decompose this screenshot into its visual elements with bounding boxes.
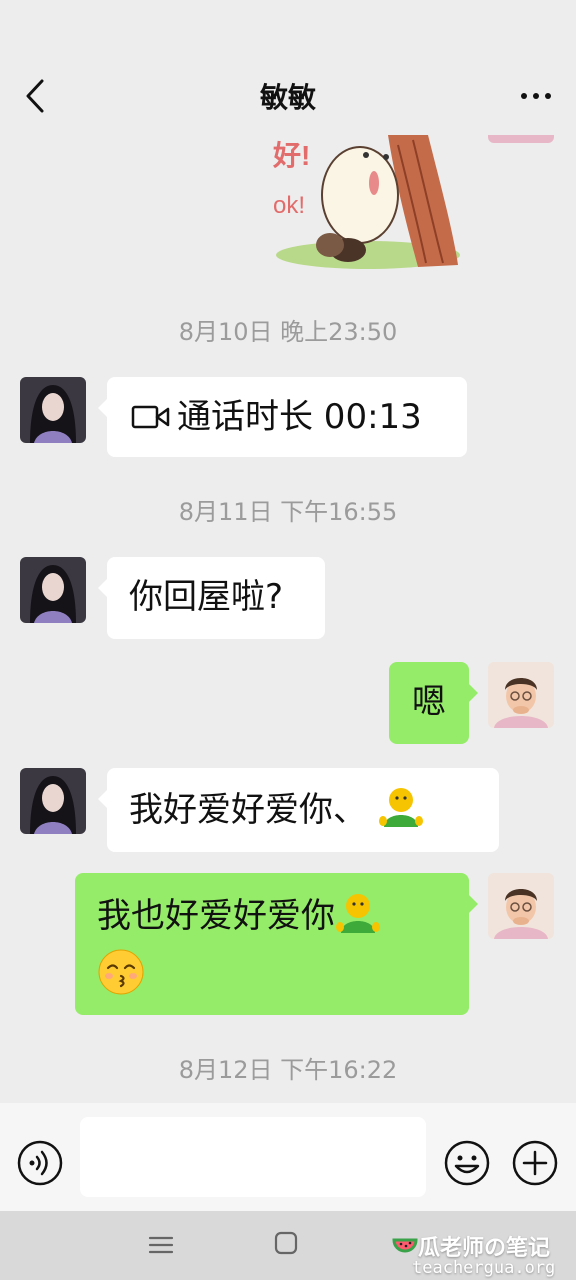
more-icon[interactable]	[516, 80, 556, 112]
message-text: 嗯	[412, 682, 446, 722]
sticker-text-bottom: ok!	[273, 192, 305, 219]
message-bubble-outgoing[interactable]: 我也好爱好爱你	[75, 873, 478, 1015]
home-icon[interactable]	[274, 1231, 298, 1255]
message-bubble-incoming[interactable]: 我好爱好爱你、	[98, 768, 499, 852]
timestamp: 8月10日 晚上23:50	[178, 318, 398, 346]
my-avatar[interactable]	[488, 873, 554, 939]
message-text: 我也好爱好爱你	[97, 896, 335, 936]
voice-icon[interactable]	[17, 1140, 63, 1186]
timestamp: 8月11日 下午16:55	[178, 498, 398, 526]
contact-avatar[interactable]	[20, 557, 86, 623]
timestamp: 8月12日 下午16:22	[178, 1056, 398, 1084]
panda-sticker[interactable]: 好! ok!	[268, 135, 464, 275]
watermark-url: teachergua.org	[412, 1258, 556, 1278]
chat-header: 敏敏	[0, 0, 576, 135]
my-avatar[interactable]	[488, 662, 554, 728]
message-bubble-outgoing[interactable]: 嗯	[389, 662, 478, 744]
call-duration-text: 通话时长 00:13	[177, 397, 422, 437]
message-bubble-incoming[interactable]: 你回屋啦?	[98, 557, 325, 639]
contact-avatar[interactable]	[20, 377, 86, 443]
video-call-icon	[131, 405, 170, 429]
sticker-text-top: 好!	[272, 140, 310, 171]
plus-icon[interactable]	[512, 1140, 558, 1186]
emoji-icon[interactable]	[444, 1140, 490, 1186]
message-text: 你回屋啦?	[129, 577, 284, 617]
message-input[interactable]	[80, 1117, 426, 1197]
contact-name: 敏敏	[259, 81, 316, 114]
green-man-emoji-icon	[378, 788, 423, 827]
menu-icon[interactable]	[148, 1233, 174, 1257]
contact-avatar[interactable]	[20, 768, 86, 834]
message-text: 我好爱好爱你、	[129, 790, 367, 830]
green-man-emoji-icon	[336, 894, 380, 933]
watermelon-icon	[392, 1238, 418, 1253]
kissing-face-emoji-icon	[98, 949, 144, 995]
call-record-bubble[interactable]: 通话时长 00:13	[98, 377, 467, 457]
